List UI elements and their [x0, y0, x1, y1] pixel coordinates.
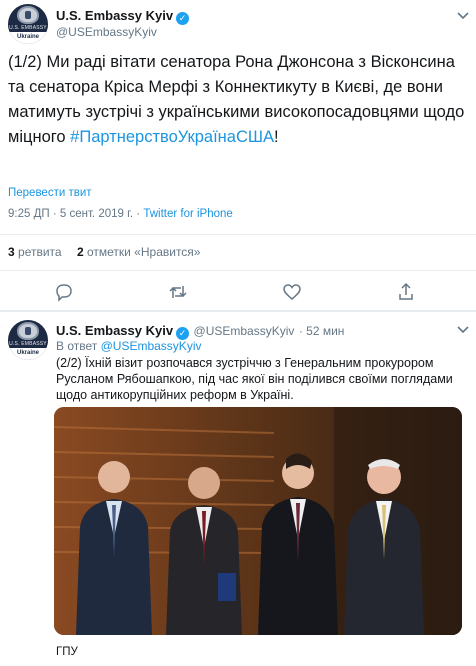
embassy-seal-icon	[17, 322, 39, 340]
author-name[interactable]: U.S. Embassy Kyiv	[56, 323, 173, 338]
translate-link[interactable]: Перевести твит	[8, 187, 92, 199]
like-icon[interactable]	[282, 282, 302, 302]
reply-to-link[interactable]: @USEmbassyKyiv	[101, 339, 202, 353]
avatar[interactable]: U.S. EMBASSY Ukraine	[8, 320, 48, 360]
likes-label: отметки «Нравится»	[86, 245, 201, 259]
verified-badge-icon: ✓	[176, 12, 190, 25]
avatar-top-text: U.S. EMBASSY	[8, 340, 48, 348]
likes-count: 2	[76, 245, 84, 259]
avatar-country-text: Ukraine	[8, 348, 48, 360]
avatar[interactable]: U.S. EMBASSY Ukraine	[8, 4, 48, 44]
engagement-stats: 3 ретвита 2 отметки «Нравится»	[8, 245, 200, 259]
reply-icon[interactable]	[54, 282, 74, 302]
tweet-text-end: !	[274, 128, 279, 146]
likes-stat[interactable]: 2 отметки «Нравится»	[77, 245, 201, 259]
tweet-photo[interactable]	[54, 407, 462, 635]
divider	[0, 234, 476, 235]
avatar-top-text: U.S. EMBASSY	[8, 24, 48, 32]
author-name[interactable]: U.S. Embassy Kyiv	[56, 8, 173, 23]
retweet-icon[interactable]	[168, 282, 188, 302]
chevron-down-icon[interactable]	[456, 322, 470, 339]
retweets-stat[interactable]: 3 ретвита	[8, 245, 62, 259]
avatar-country-text: Ukraine	[8, 32, 48, 44]
hashtag-link[interactable]: #ПартнерствоУкраїнаСША	[70, 128, 274, 146]
tweet-source-link[interactable]: Twitter for iPhone	[143, 208, 232, 220]
reply-tweet[interactable]: U.S. EMBASSY Ukraine U.S. Embassy Kyiv ✓ …	[0, 312, 476, 666]
reply-footer-text: ГПУ	[56, 646, 78, 658]
divider	[0, 270, 476, 271]
tweet-text: (1/2) Ми раді вітати сенатора Рона Джонс…	[8, 50, 468, 150]
tweet-timestamp[interactable]: 9:25 ДП · 5 сент. 2019 г. ·	[8, 208, 140, 220]
share-icon[interactable]	[396, 282, 416, 302]
author-handle[interactable]: @USEmbassyKyiv	[194, 324, 295, 338]
reply-text: (2/2) Їхній візит розпочався зустріччю з…	[56, 356, 453, 402]
chevron-down-icon[interactable]	[456, 8, 470, 25]
photo-image	[54, 407, 462, 635]
retweets-count: 3	[8, 245, 15, 259]
tweet-age[interactable]: · 52 мин	[299, 324, 345, 338]
embassy-seal-icon	[17, 6, 39, 24]
reply-prefix: В ответ	[56, 339, 98, 353]
retweets-label: ретвита	[18, 245, 62, 259]
author-handle[interactable]: @USEmbassyKyiv	[56, 25, 157, 39]
action-bar	[0, 282, 476, 302]
